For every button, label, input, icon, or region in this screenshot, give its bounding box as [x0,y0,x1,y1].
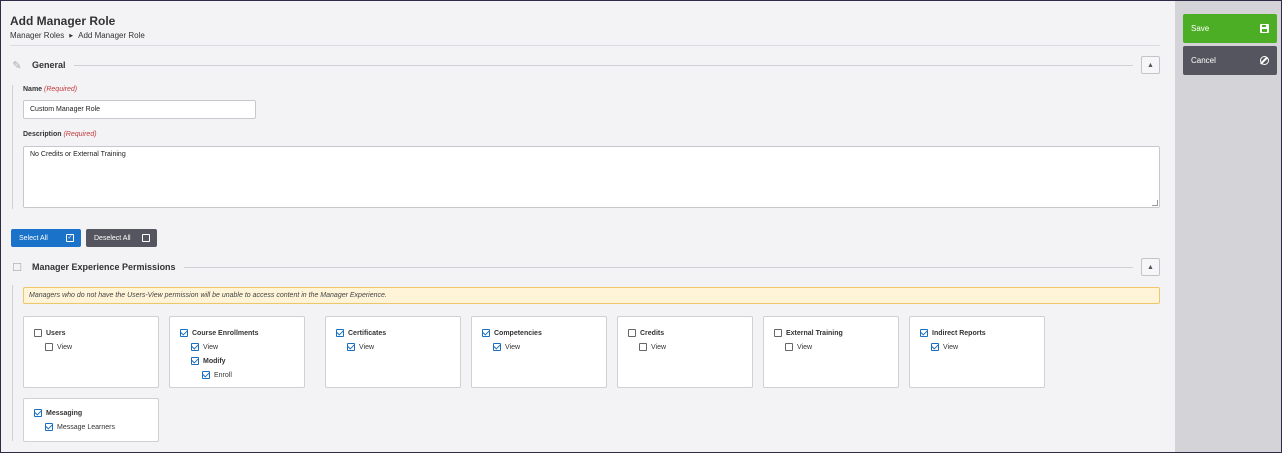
permission-indirect-reports-view[interactable]: View [920,340,1034,354]
checkbox-message-learners[interactable] [45,423,53,431]
description-required-tag: (Required) [63,131,97,138]
permission-course-enrollments-enroll[interactable]: Enroll [180,368,294,382]
breadcrumb-current: Add Manager Role [78,31,145,40]
save-button[interactable]: Save [1183,14,1277,43]
checkbox-users-view[interactable] [45,343,53,351]
permission-card-users: Users View [23,316,159,388]
permission-credits[interactable]: Credits [628,326,742,340]
permission-certificates[interactable]: Certificates [336,326,450,340]
checkbox-course-enrollments-view[interactable] [191,343,199,351]
description-textarea[interactable]: No Credits or External Training [23,146,1160,208]
checkbox-course-enrollments-enroll[interactable] [202,371,210,379]
save-label: Save [1191,24,1210,33]
checkbox-external-training[interactable] [774,329,782,337]
permission-users-view[interactable]: View [34,340,148,354]
permission-course-enrollments-modify[interactable]: Modify [180,354,294,368]
permission-indirect-reports[interactable]: Indirect Reports [920,326,1034,340]
cancel-label: Cancel [1191,56,1216,65]
cancel-button[interactable]: Cancel [1183,46,1277,75]
permission-card-external-training: External Training View [763,316,899,388]
header-divider [10,45,1160,46]
main-content: Add Manager Role Manager Roles ▶ Add Man… [1,1,1175,452]
breadcrumb: Manager Roles ▶ Add Manager Role [10,31,145,40]
permission-card-credits: Credits View [617,316,753,388]
checkbox-users[interactable] [34,329,42,337]
checkbox-external-training-view[interactable] [785,343,793,351]
permissions-section-rule [12,285,13,441]
breadcrumb-separator-icon: ▶ [69,32,74,39]
permission-course-enrollments-view[interactable]: View [180,340,294,354]
checkbox-course-enrollments-modify[interactable] [191,357,199,365]
deselect-all-button[interactable]: Deselect All [86,229,157,247]
checkbox-indirect-reports-view[interactable] [931,343,939,351]
permission-credits-view[interactable]: View [628,340,742,354]
permission-users[interactable]: Users [34,326,148,340]
permission-warning: Managers who do not have the Users-View … [23,287,1160,304]
description-text: No Credits or External Training [30,151,126,158]
general-section-title: General [32,60,66,70]
checkbox-indirect-reports[interactable] [920,329,928,337]
checkbox-competencies-view[interactable] [493,343,501,351]
permission-card-certificates: Certificates View [325,316,461,388]
permission-card-messaging: Messaging Message Learners [23,398,159,442]
permission-certificates-view[interactable]: View [336,340,450,354]
checkbox-certificates-view[interactable] [347,343,355,351]
permissions-collapse-button[interactable]: ▲ [1141,258,1160,276]
checkbox-certificates[interactable] [336,329,344,337]
permission-messaging-message-learners[interactable]: Message Learners [34,420,148,434]
empty-box-icon [142,234,150,242]
permission-competencies-view[interactable]: View [482,340,596,354]
name-label: Name (Required) [23,86,78,93]
edit-square-icon: ☐ [12,261,22,274]
permission-external-training-view[interactable]: View [774,340,888,354]
checkbox-messaging[interactable] [34,409,42,417]
checkbox-credits-view[interactable] [639,343,647,351]
permissions-section-header: ☐ Manager Experience Permissions ▲ [10,258,1160,276]
permission-external-training[interactable]: External Training [774,326,888,340]
permissions-section-title: Manager Experience Permissions [32,262,176,272]
section-divider [183,266,1133,268]
select-all-button[interactable]: Select All ✓ [11,229,81,247]
general-collapse-button[interactable]: ▲ [1141,56,1160,74]
checked-box-icon: ✓ [66,234,74,242]
permission-competencies[interactable]: Competencies [482,326,596,340]
resize-grip-icon[interactable] [1152,200,1158,206]
pencil-icon: ✎ [12,59,22,72]
action-sidebar: Save Cancel [1175,1,1281,452]
checkbox-competencies[interactable] [482,329,490,337]
page-title: Add Manager Role [10,14,116,28]
ban-icon [1260,56,1269,65]
checkbox-credits[interactable] [628,329,636,337]
checkbox-course-enrollments[interactable] [180,329,188,337]
general-section-rule [12,85,13,209]
permission-messaging[interactable]: Messaging [34,406,148,420]
general-section-header: ✎ General ▲ [10,56,1160,74]
select-all-label: Select All [19,234,48,242]
permission-card-competencies: Competencies View [471,316,607,388]
section-divider [73,64,1133,66]
permission-course-enrollments[interactable]: Course Enrollments [180,326,294,340]
description-label: Description (Required) [23,131,97,138]
breadcrumb-link-manager-roles[interactable]: Manager Roles [10,31,64,40]
permission-card-indirect-reports: Indirect Reports View [909,316,1045,388]
deselect-all-label: Deselect All [94,234,131,242]
name-input[interactable]: Custom Manager Role [23,100,256,119]
floppy-disk-icon [1260,24,1269,33]
name-required-tag: (Required) [44,86,78,93]
permission-card-course-enrollments: Course Enrollments View Modify Enroll [169,316,305,388]
